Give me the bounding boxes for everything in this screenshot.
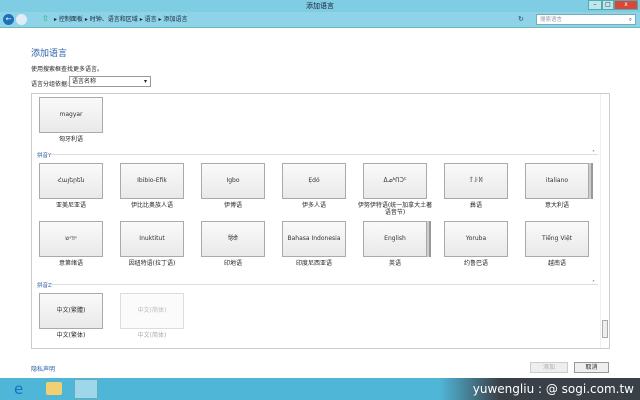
crumb-clock-region[interactable]: 时钟、语言和区域 xyxy=(90,16,138,23)
window-title: 添加语言 xyxy=(306,2,334,10)
crumb-control-panel[interactable]: 控制面板 xyxy=(59,16,83,23)
privacy-link[interactable]: 隐私声明 xyxy=(31,364,55,373)
language-tile[interactable]: ייִדיש xyxy=(39,221,103,257)
language-label: 因纽特语(拉丁语) xyxy=(128,260,176,267)
language-label: 伊比比奥族人语 xyxy=(130,202,173,209)
language-tile[interactable]: italiano xyxy=(525,163,589,199)
language-label: 越南语 xyxy=(547,260,566,267)
language-label: 匈牙利语 xyxy=(58,136,83,143)
language-tile[interactable]: magyar xyxy=(39,97,103,133)
collapse-icon[interactable]: ˄ xyxy=(592,280,595,287)
language-label: 亚美尼亚语 xyxy=(55,202,86,209)
language-label: 约鲁巴语 xyxy=(463,260,488,267)
search-icon: ⌕ xyxy=(628,17,632,23)
group-divider xyxy=(50,284,598,285)
language-tile[interactable]: English xyxy=(363,221,427,257)
language-tile[interactable]: Yoruba xyxy=(444,221,508,257)
collapse-icon[interactable]: ˄ xyxy=(592,150,595,157)
language-tile[interactable]: Inuktitut xyxy=(120,221,184,257)
control-panel-icon[interactable] xyxy=(74,379,98,399)
forward-icon[interactable] xyxy=(16,14,27,25)
language-label: 意第绪语 xyxy=(58,260,83,267)
scrollbar[interactable] xyxy=(600,94,609,348)
language-tile[interactable]: Ẹdó xyxy=(282,163,346,199)
language-label: 彝语 xyxy=(469,202,482,209)
language-tile[interactable]: 中文(简体) xyxy=(120,293,184,329)
language-label: 印地语 xyxy=(223,260,242,267)
page-title: 添加语言 xyxy=(31,49,68,59)
scrollbar-thumb[interactable] xyxy=(602,320,608,338)
group-header: 拼音Z xyxy=(37,283,52,289)
group-by-label: 语言分组依据: xyxy=(31,81,70,88)
crumb-add-language[interactable]: 添加语言 xyxy=(163,16,187,23)
language-label: 印度尼西亚语 xyxy=(295,260,332,267)
language-label: 中文(繁体) xyxy=(56,332,86,339)
up-icon[interactable]: ⇧ xyxy=(42,14,49,23)
watermark: yuwengliu : @ sogi.com.tw xyxy=(440,378,640,400)
title-bar: 添加语言 xyxy=(0,0,640,12)
maximize-button[interactable]: □ xyxy=(602,0,614,10)
language-label: 伊多人语 xyxy=(301,202,326,209)
language-tile[interactable]: Ibibio-Efik xyxy=(120,163,184,199)
language-tile[interactable]: Bahasa Indonesia xyxy=(282,221,346,257)
file-explorer-icon[interactable] xyxy=(46,382,62,395)
language-tile[interactable]: Igbo xyxy=(201,163,265,199)
minimize-button[interactable]: – xyxy=(588,0,602,10)
close-button[interactable]: x xyxy=(614,0,638,10)
group-header: 拼音Y xyxy=(37,153,52,159)
cancel-button[interactable]: 取消 xyxy=(574,362,609,373)
refresh-icon[interactable]: ↻ xyxy=(518,15,524,23)
ie-icon[interactable]: e xyxy=(14,380,23,398)
hint-text: 使用搜索框查找更多语言。 xyxy=(31,66,104,73)
language-tile[interactable]: 中文(繁體) xyxy=(39,293,103,329)
breadcrumb: ▸ 控制面板 ▸ 时钟、语言和区域 ▸ 语言 ▸ 添加语言 xyxy=(54,16,188,23)
language-label: 意大利语 xyxy=(544,202,569,209)
language-label: 伊努伊特语(统一加拿大土著语音节) xyxy=(357,202,433,216)
language-label: 伊博语 xyxy=(223,202,242,209)
crumb-language[interactable]: 语言 xyxy=(145,16,157,23)
back-icon[interactable]: ← xyxy=(3,14,14,25)
language-tile[interactable]: Հայերեն xyxy=(39,163,103,199)
group-by-select[interactable]: 语言名称 ▾ xyxy=(69,76,151,87)
group-divider xyxy=(50,154,598,155)
language-label: 英语 xyxy=(388,260,401,267)
chevron-down-icon: ▾ xyxy=(143,78,147,85)
language-tile[interactable]: ᐃᓄᒃᑎᑐᑦ xyxy=(363,163,427,199)
language-tile[interactable]: Tiếng Việt xyxy=(525,221,589,257)
add-button[interactable]: 添加 xyxy=(530,362,568,373)
language-label: 中文(简体) xyxy=(137,332,167,339)
language-tile[interactable]: ꆈꌠꉙ xyxy=(444,163,508,199)
language-list: magyar 匈牙利语拼音Y ˄ Հայերեն 亚美尼亚语 Ibibio-Efik 伊比比… xyxy=(31,93,610,349)
search-input[interactable]: 搜索语言 ⌕ xyxy=(536,14,636,25)
taskbar: e yuwengliu : @ sogi.com.tw xyxy=(0,378,640,400)
language-tile[interactable]: हिंदी xyxy=(201,221,265,257)
